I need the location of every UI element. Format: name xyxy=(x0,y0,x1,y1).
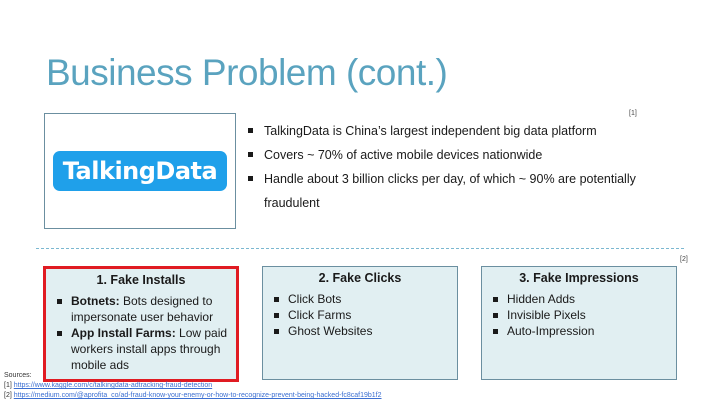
card-fake-installs: 1. Fake Installs Botnets: Bots designed … xyxy=(43,266,239,382)
source-prefix: [1] xyxy=(4,382,14,389)
list-item: Click Farms xyxy=(273,307,451,323)
list-item: Invisible Pixels xyxy=(492,307,670,323)
reference-marker-1: [1] xyxy=(629,110,637,117)
source-line-1: [1] https://www.kaggle.com/c/talkingdata… xyxy=(4,381,382,391)
list-item: Botnets: Bots designed to impersonate us… xyxy=(56,293,230,325)
card-fake-clicks: 2. Fake Clicks Click Bots Click Farms Gh… xyxy=(262,266,458,380)
source-line-2: [2] https://medium.com/@aprofita_co/ad-f… xyxy=(4,391,382,401)
section-divider xyxy=(36,248,684,249)
list-item: Ghost Websites xyxy=(273,323,451,339)
bullet-item: Handle about 3 billion clicks per day, o… xyxy=(248,167,668,191)
list-item: App Install Farms: Low paid workers inst… xyxy=(56,325,230,373)
overview-bullets: TalkingData is China’s largest independe… xyxy=(248,119,668,215)
logo-frame: TalkingData xyxy=(44,113,236,229)
sources-label: Sources: xyxy=(4,372,32,379)
term-botnets: Botnets: xyxy=(71,294,120,308)
term-app-install-farms: App Install Farms: xyxy=(71,326,176,340)
reference-marker-2: [2] xyxy=(680,256,688,263)
list-item: Auto-Impression xyxy=(492,323,670,339)
card-title: 1. Fake Installs xyxy=(96,273,186,287)
sources-block: Sources: [1] https://www.kaggle.com/c/ta… xyxy=(4,371,382,401)
list-item: Hidden Adds xyxy=(492,291,670,307)
bullet-item: TalkingData is China’s largest independe… xyxy=(248,119,668,143)
source-link-1[interactable]: https://www.kaggle.com/c/talkingdata-adt… xyxy=(14,382,212,389)
source-prefix: [2] xyxy=(4,392,14,399)
card-title: 3. Fake Impressions xyxy=(519,271,639,285)
slide-title: Business Problem (cont.) xyxy=(46,52,448,93)
source-link-2[interactable]: https://medium.com/@aprofita_co/ad-fraud… xyxy=(14,392,382,399)
list-item: Click Bots xyxy=(273,291,451,307)
talkingdata-logo: TalkingData xyxy=(52,151,228,191)
card-fake-impressions: 3. Fake Impressions Hidden Adds Invisibl… xyxy=(481,266,677,380)
bullet-item: Covers ~ 70% of active mobile devices na… xyxy=(248,143,668,167)
card-title: 2. Fake Clicks xyxy=(318,271,402,285)
bullet-item-continuation: fraudulent xyxy=(264,196,320,210)
